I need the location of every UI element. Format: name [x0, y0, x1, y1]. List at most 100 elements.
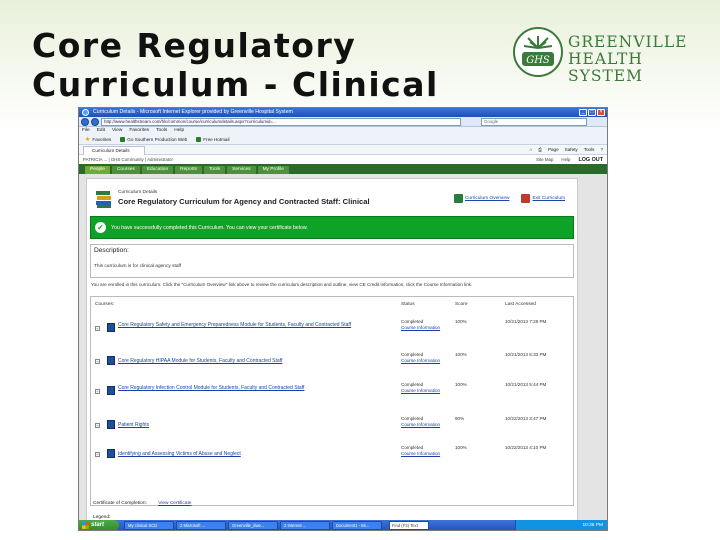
column-score: Score	[455, 302, 468, 307]
course-info-link[interactable]: Course Information	[401, 422, 440, 428]
taskbar-item[interactable]: 2 Internet ...	[280, 521, 330, 530]
browser-screenshot: Curriculum Details - Microsoft Internet …	[78, 107, 608, 531]
books-icon	[96, 191, 111, 208]
forward-arrow-icon[interactable]	[91, 118, 99, 126]
help-link[interactable]: Help	[561, 157, 570, 162]
course-status: Completed Course Information	[401, 445, 440, 456]
tools-menu[interactable]: Tools	[584, 146, 595, 154]
help-icon[interactable]: ?	[600, 146, 603, 154]
menu-file[interactable]: File	[82, 127, 90, 135]
course-link[interactable]: Core Regulatory Safety and Emergency Pre…	[118, 322, 386, 329]
tab-people[interactable]: People	[85, 166, 110, 174]
tab-services[interactable]: Services	[227, 166, 256, 174]
site-map-link[interactable]: Site Map	[536, 157, 553, 162]
status-text: Completed	[401, 445, 424, 450]
expand-icon[interactable]: +	[95, 423, 100, 428]
course-icon	[107, 323, 115, 332]
course-link[interactable]: Core Regulatory HIPAA Module for Student…	[118, 358, 386, 365]
course-link[interactable]: Patient Rights	[118, 422, 386, 429]
favorite-label: Go Southern Production Web	[127, 137, 188, 142]
course-info-link[interactable]: Course Information	[401, 325, 440, 331]
status-text: Completed	[401, 382, 424, 387]
status-text: Completed	[401, 319, 424, 324]
course-date: 10/21/2013 7:29 PM	[505, 319, 547, 324]
expand-icon[interactable]: +	[95, 389, 100, 394]
course-icon	[107, 386, 115, 395]
tab-curriculum-details[interactable]: Curriculum Details	[83, 146, 145, 155]
tab-courses[interactable]: Courses	[111, 166, 140, 174]
tab-education[interactable]: Education	[141, 166, 174, 174]
taskbar-item[interactable]: 2 Microsoft ...	[176, 521, 226, 530]
menu-edit[interactable]: Edit	[97, 127, 105, 135]
favorite-link[interactable]: Free Hotmail	[193, 137, 232, 142]
menu-favorites[interactable]: Favorites	[129, 127, 149, 135]
table-row: + Patient Rights Completed Course Inform…	[91, 414, 575, 442]
view-certificate-link[interactable]: View Certificate	[158, 501, 191, 506]
table-row: + Core Regulatory HIPAA Module for Stude…	[91, 350, 575, 378]
course-score: 100%	[455, 445, 467, 450]
start-label: start	[91, 522, 105, 528]
expand-icon[interactable]: +	[95, 452, 100, 457]
menu-help[interactable]: Help	[174, 127, 184, 135]
logout-link[interactable]: LOG OUT	[578, 157, 603, 163]
expand-icon[interactable]: +	[95, 359, 100, 364]
course-status: Completed Course Information	[401, 319, 440, 330]
status-text: Completed	[401, 416, 424, 421]
tab-my-profile[interactable]: My Profile	[257, 166, 289, 174]
course-date: 10/21/2013 5:33 PM	[505, 352, 547, 357]
user-line: PATRICIA ... | GHS Community | Administr…	[83, 157, 173, 162]
curriculum-title: Core Regulatory Curriculum for Agency an…	[118, 197, 370, 206]
menu-view[interactable]: View	[112, 127, 122, 135]
logo-badge: GHS	[526, 55, 550, 66]
course-date: 10/21/2013 5:44 PM	[505, 382, 547, 387]
exit-curriculum-link[interactable]: Exit Curriculum	[521, 194, 565, 203]
maximize-button[interactable]: □	[588, 109, 596, 116]
overview-label: Curriculum Overview	[464, 196, 510, 201]
expand-icon[interactable]: +	[95, 326, 100, 331]
column-status: Status	[401, 302, 415, 307]
favorites-button[interactable]: ★ Favorites	[82, 137, 114, 143]
taskbar-search-input[interactable]: Find (F3) Text	[389, 521, 429, 530]
back-arrow-icon[interactable]	[81, 118, 89, 126]
column-last-accessed: Last Accessed	[505, 302, 536, 307]
logo-name: GREENVILLE HEALTH SYSTEM	[568, 33, 688, 85]
course-info-link[interactable]: Course Information	[401, 451, 440, 457]
home-icon[interactable]: ⌂	[529, 146, 532, 154]
curriculum-overview-link[interactable]: Curriculum Overview	[453, 194, 510, 203]
tab-tools[interactable]: Tools	[203, 166, 226, 174]
course-score: 90%	[455, 416, 465, 421]
favorite-label: Free Hotmail	[203, 137, 230, 142]
course-info-link[interactable]: Course Information	[401, 388, 440, 394]
safety-menu[interactable]: Safety	[565, 146, 578, 154]
success-banner: ✓ You have successfully completed this C…	[90, 216, 574, 239]
description-label: Description:	[94, 247, 129, 254]
table-row: + Identifying and Assessing Victims of A…	[91, 443, 575, 471]
status-text: Completed	[401, 352, 424, 357]
curriculum-details-label: Curriculum Details	[118, 190, 158, 195]
taskbar-item[interactable]: My clinical SCD	[124, 521, 174, 530]
address-bar-row: http://www.healthstream.com/hlc/common/c…	[79, 117, 607, 127]
tab-row: Curriculum Details ⌂ ⎙ Page Safety Tools…	[79, 145, 607, 155]
course-link[interactable]: Identifying and Assessing Victims of Abu…	[118, 451, 386, 458]
address-input[interactable]: http://www.healthstream.com/hlc/common/c…	[101, 118, 461, 126]
favorite-link[interactable]: Go Southern Production Web	[117, 137, 190, 142]
menu-tools[interactable]: Tools	[156, 127, 167, 135]
column-courses: Courses:	[95, 302, 115, 307]
tab-reports[interactable]: Reports	[175, 166, 202, 174]
exit-icon	[521, 194, 531, 203]
taskbar-item[interactable]: Greenville_dwe...	[228, 521, 278, 530]
course-link[interactable]: Core Regulatory Infection Control Module…	[118, 385, 386, 392]
curriculum-panel: Curriculum Details Core Regulatory Curri…	[86, 178, 578, 524]
ghs-logo: GHS GREENVILLE HEALTH SYSTEM	[512, 26, 712, 85]
print-icon[interactable]: ⎙	[538, 146, 542, 154]
description-text: This curriculum is for clinical agency s…	[94, 264, 182, 269]
start-button[interactable]: start	[79, 520, 119, 530]
page-menu[interactable]: Page	[548, 146, 559, 154]
curriculum-header: Curriculum Details Core Regulatory Curri…	[95, 189, 565, 213]
close-button[interactable]: ×	[597, 109, 605, 116]
taskbar-item[interactable]: Document1 - Mi...	[332, 521, 382, 530]
search-input[interactable]: Google	[481, 118, 587, 126]
course-info-link[interactable]: Course Information	[401, 358, 440, 364]
palm-tree-icon: GHS	[513, 27, 563, 77]
minimize-button[interactable]: _	[579, 109, 587, 116]
